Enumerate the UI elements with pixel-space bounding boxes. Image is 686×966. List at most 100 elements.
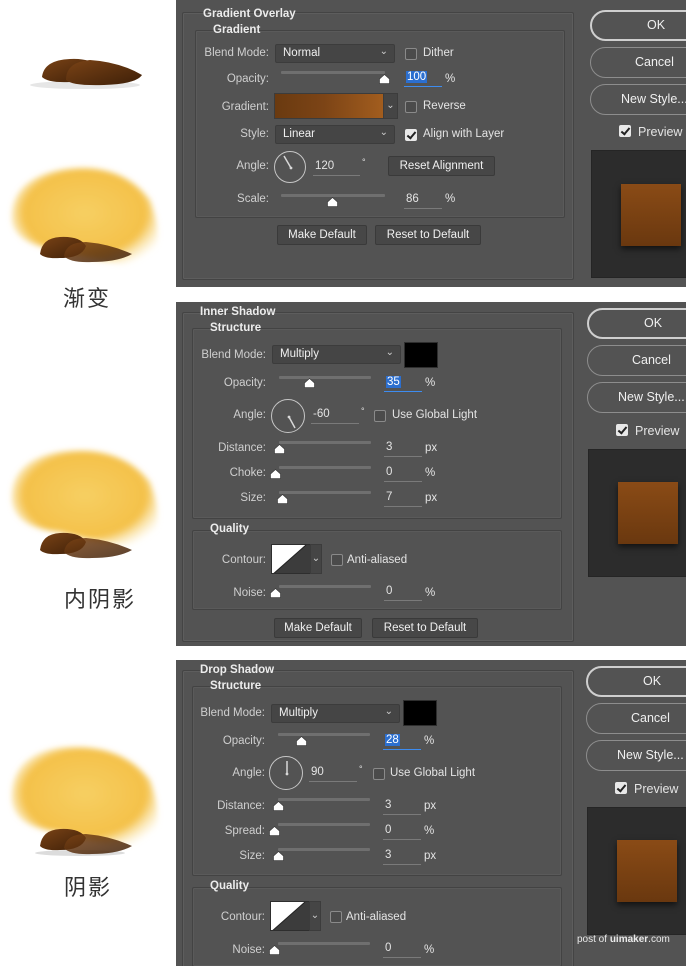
- new-style-button[interactable]: New Style...: [590, 84, 686, 115]
- gradient-overlay-dialog: Gradient Overlay Gradient Blend Mode: No…: [176, 0, 686, 287]
- angle-dial[interactable]: [271, 399, 305, 433]
- reverse-checkbox[interactable]: [405, 101, 417, 113]
- chevron-down-icon: ⌄: [379, 127, 388, 138]
- shadow-color-swatch[interactable]: [404, 342, 438, 368]
- reset-alignment-button[interactable]: Reset Alignment: [388, 156, 495, 176]
- scale-input[interactable]: 86: [404, 193, 442, 209]
- scale-label: Scale:: [237, 193, 269, 205]
- angle-dial[interactable]: [274, 151, 306, 183]
- size-slider-thumb[interactable]: [273, 851, 284, 861]
- make-default-button[interactable]: Make Default: [277, 225, 367, 245]
- contour-chevron-icon[interactable]: ⌄: [309, 901, 321, 931]
- contour-picker[interactable]: [270, 901, 310, 931]
- dither-checkbox[interactable]: [405, 48, 417, 60]
- blend-mode-select[interactable]: Normal ⌄: [275, 44, 395, 63]
- noise-input[interactable]: 0: [384, 585, 422, 601]
- size-slider-track[interactable]: [278, 848, 370, 851]
- make-default-button[interactable]: Make Default: [274, 618, 362, 638]
- spread-input[interactable]: 0: [383, 824, 421, 840]
- align-with-layer-label: Align with Layer: [423, 128, 505, 140]
- gradient-picker-chevron-icon[interactable]: ⌄: [383, 93, 398, 119]
- opacity-slider-track[interactable]: [278, 733, 370, 736]
- size-slider-thumb[interactable]: [277, 494, 288, 504]
- structure-section-title: Structure: [210, 322, 262, 334]
- scale-slider-thumb[interactable]: [327, 197, 338, 207]
- new-style-button[interactable]: New Style...: [587, 382, 686, 413]
- cancel-button[interactable]: Cancel: [590, 47, 686, 78]
- opacity-label: Opacity:: [223, 377, 266, 389]
- size-unit: px: [425, 492, 438, 504]
- angle-input[interactable]: 90: [309, 766, 357, 782]
- distance-slider-thumb[interactable]: [273, 801, 284, 811]
- style-preview: [591, 150, 686, 278]
- structure-section-title: Structure: [210, 680, 262, 692]
- blend-mode-select[interactable]: Multiply ⌄: [271, 704, 400, 723]
- style-preview: [588, 449, 686, 577]
- choke-slider-track[interactable]: [279, 466, 371, 469]
- distance-slider-track[interactable]: [279, 441, 371, 444]
- style-preview: [587, 807, 686, 935]
- gradient-section-title: Gradient: [213, 24, 261, 36]
- cancel-button[interactable]: Cancel: [586, 703, 686, 734]
- opacity-input[interactable]: 100: [404, 71, 442, 87]
- drop-shadow-title: Drop Shadow: [200, 664, 275, 676]
- gradient-overlay-title: Gradient Overlay: [203, 8, 296, 20]
- contour-chevron-icon[interactable]: ⌄: [310, 544, 322, 574]
- opacity-input[interactable]: 28: [383, 734, 421, 750]
- opacity-slider-thumb[interactable]: [296, 736, 307, 746]
- opacity-slider-thumb[interactable]: [304, 378, 315, 388]
- distance-input[interactable]: 3: [383, 799, 421, 815]
- spread-slider-track[interactable]: [278, 823, 370, 826]
- opacity-slider-track[interactable]: [281, 71, 385, 74]
- angle-label: Angle:: [233, 409, 266, 421]
- size-slider-track[interactable]: [279, 491, 371, 494]
- ok-button[interactable]: OK: [590, 10, 686, 41]
- preview-label: Preview: [634, 782, 679, 796]
- contour-picker[interactable]: [271, 544, 311, 574]
- noise-input[interactable]: 0: [383, 942, 421, 958]
- choke-slider-thumb[interactable]: [270, 469, 281, 479]
- new-style-button[interactable]: New Style...: [586, 740, 686, 771]
- preview-checkbox[interactable]: [619, 125, 631, 137]
- preview-checkbox[interactable]: [615, 782, 627, 794]
- chevron-down-icon: ⌄: [384, 706, 393, 717]
- choke-input[interactable]: 0: [384, 466, 422, 482]
- blend-mode-select[interactable]: Multiply ⌄: [272, 345, 401, 364]
- blend-mode-value: Normal: [283, 47, 321, 59]
- angle-input[interactable]: -60: [311, 408, 359, 424]
- use-global-light-label: Use Global Light: [390, 767, 476, 779]
- preview-checkbox[interactable]: [616, 424, 628, 436]
- ok-button[interactable]: OK: [586, 666, 686, 697]
- feet-gradient-illustration: [30, 58, 142, 89]
- cancel-button[interactable]: Cancel: [587, 345, 686, 376]
- preview-swatch: [621, 184, 681, 246]
- anti-aliased-checkbox[interactable]: [330, 911, 342, 923]
- reset-to-default-button[interactable]: Reset to Default: [375, 225, 481, 245]
- shadow-color-swatch[interactable]: [403, 700, 437, 726]
- style-select[interactable]: Linear ⌄: [275, 125, 395, 144]
- gradient-swatch[interactable]: [274, 93, 384, 119]
- reverse-label: Reverse: [423, 100, 466, 112]
- noise-slider-track[interactable]: [278, 942, 370, 945]
- use-global-light-checkbox[interactable]: [374, 410, 386, 422]
- use-global-light-checkbox[interactable]: [373, 768, 385, 780]
- anti-aliased-checkbox[interactable]: [331, 554, 343, 566]
- ok-button[interactable]: OK: [587, 308, 686, 339]
- angle-dial[interactable]: [269, 756, 303, 790]
- noise-slider-thumb[interactable]: [270, 588, 281, 598]
- noise-slider-track[interactable]: [279, 585, 371, 588]
- size-input[interactable]: 7: [384, 491, 422, 507]
- distance-input[interactable]: 3: [384, 441, 422, 457]
- opacity-slider-track[interactable]: [279, 376, 371, 379]
- opacity-slider-thumb[interactable]: [379, 74, 390, 84]
- blend-mode-value: Multiply: [280, 348, 319, 360]
- distance-slider-thumb[interactable]: [274, 444, 285, 454]
- noise-slider-thumb[interactable]: [269, 945, 280, 955]
- angle-input[interactable]: 120: [313, 160, 360, 176]
- opacity-input[interactable]: 35: [384, 376, 422, 392]
- distance-slider-track[interactable]: [278, 798, 370, 801]
- spread-slider-thumb[interactable]: [269, 826, 280, 836]
- size-input[interactable]: 3: [383, 849, 421, 865]
- reset-to-default-button[interactable]: Reset to Default: [372, 618, 478, 638]
- align-with-layer-checkbox[interactable]: [405, 129, 417, 141]
